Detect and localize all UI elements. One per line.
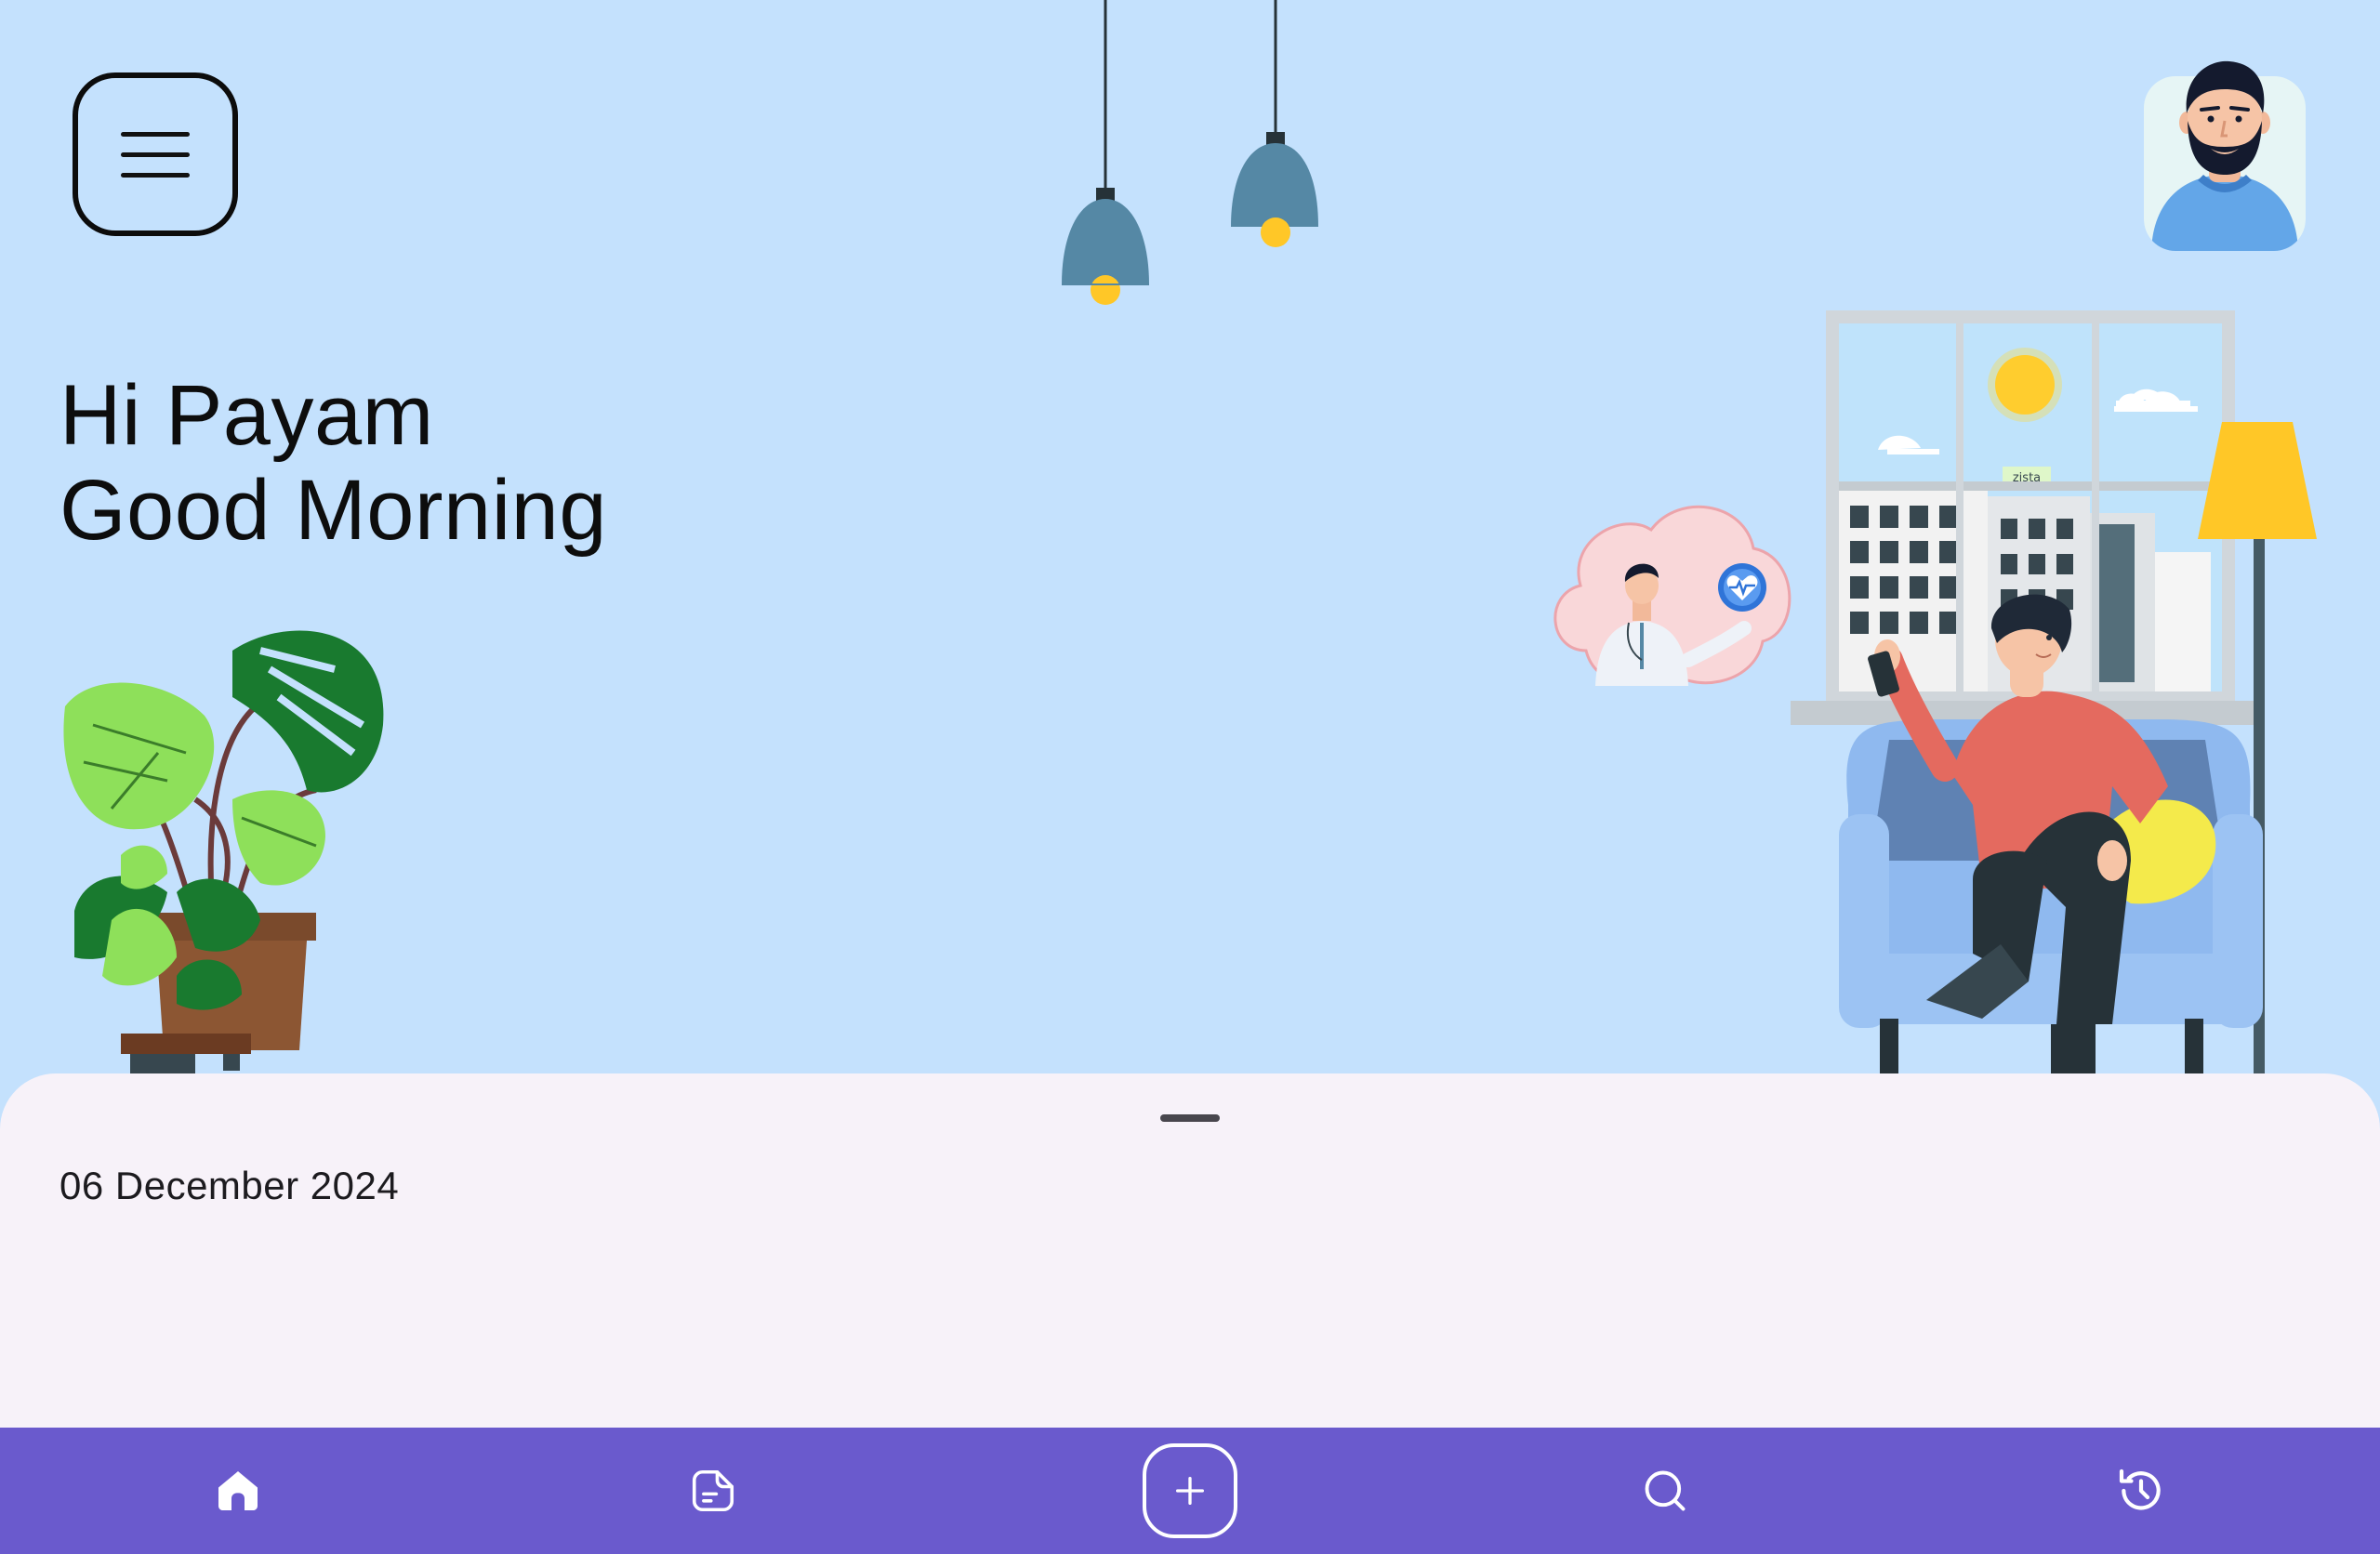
nav-history[interactable] bbox=[2085, 1428, 2197, 1554]
avatar[interactable] bbox=[2144, 56, 2306, 251]
date-label: 06 December 2024 bbox=[60, 1164, 400, 1207]
hamburger-menu-icon-line bbox=[121, 152, 190, 157]
bearded-man-avatar-icon bbox=[2144, 60, 2306, 251]
greeting-name: Hi Payam bbox=[60, 368, 434, 463]
doctor-thought-bubble-illustration bbox=[1554, 505, 1792, 686]
document-icon bbox=[692, 1469, 734, 1512]
bottom-sheet bbox=[0, 1073, 2380, 1445]
add-button[interactable] bbox=[1143, 1443, 1237, 1538]
person-on-armchair-illustration bbox=[1839, 594, 2263, 1073]
nav-home[interactable] bbox=[182, 1428, 294, 1554]
pendant-lamps-illustration bbox=[1062, 0, 1318, 305]
hamburger-menu-icon bbox=[121, 132, 190, 137]
search-icon bbox=[1645, 1470, 1686, 1511]
bottom-navigation-bar bbox=[0, 1428, 2380, 1554]
greeting-time-of-day: Good Morning bbox=[60, 463, 607, 558]
nav-notes[interactable] bbox=[657, 1428, 769, 1554]
potted-plant-illustration bbox=[63, 630, 384, 1078]
hamburger-menu-icon-line bbox=[121, 173, 190, 178]
plus-icon bbox=[1176, 1477, 1204, 1505]
nav-search[interactable] bbox=[1609, 1428, 1721, 1554]
sheet-drag-handle[interactable] bbox=[1160, 1114, 1220, 1122]
menu-button[interactable] bbox=[73, 72, 238, 236]
greeting-text: Hi Payam Good Morning bbox=[60, 368, 607, 558]
home-icon bbox=[218, 1471, 258, 1510]
history-icon bbox=[2119, 1468, 2161, 1510]
